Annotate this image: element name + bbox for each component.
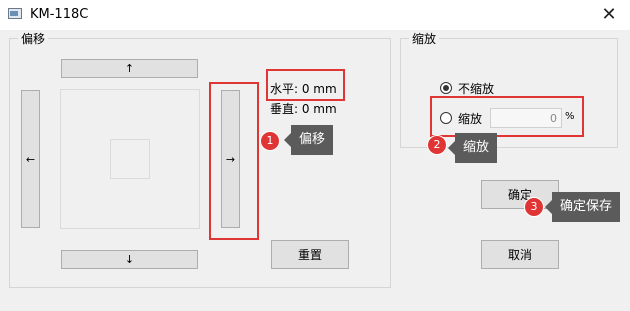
scale-group-label: 缩放 bbox=[409, 30, 440, 47]
move-left-button[interactable]: ← bbox=[21, 90, 40, 228]
reset-button[interactable]: 重置 bbox=[271, 240, 349, 269]
offset-annotation-label: 偏移 bbox=[283, 125, 334, 155]
annotation-badge-1: 1 bbox=[260, 131, 280, 151]
annotation-badge-3: 3 bbox=[524, 197, 544, 217]
close-icon[interactable]: ✕ bbox=[598, 4, 620, 26]
title-bar: KM-118C ✕ bbox=[0, 0, 630, 30]
annotation-badge-2: 2 bbox=[427, 135, 447, 155]
ok-annotation-label: 确定保存 bbox=[544, 192, 621, 222]
move-down-button[interactable]: ↓ bbox=[61, 250, 198, 269]
down-arrow-icon: ↓ bbox=[124, 253, 135, 266]
app-window-icon bbox=[8, 8, 22, 19]
offset-preview-center bbox=[110, 139, 150, 179]
offset-group-label: 偏移 bbox=[18, 30, 49, 47]
offset-readout-highlight bbox=[266, 69, 345, 101]
move-right-highlight bbox=[209, 82, 259, 240]
up-arrow-icon: ↑ bbox=[124, 62, 135, 75]
scale-annotation-label: 缩放 bbox=[447, 133, 498, 163]
no-scale-label[interactable]: 不缩放 bbox=[458, 80, 494, 97]
window-title: KM-118C bbox=[30, 7, 89, 22]
scale-option-highlight bbox=[430, 96, 584, 137]
cancel-button[interactable]: 取消 bbox=[481, 240, 559, 269]
move-up-button[interactable]: ↑ bbox=[61, 59, 198, 78]
vertical-offset-readout: 垂直: 0 mm bbox=[270, 102, 337, 116]
left-arrow-icon: ← bbox=[25, 152, 36, 166]
no-scale-radio[interactable] bbox=[440, 82, 452, 94]
